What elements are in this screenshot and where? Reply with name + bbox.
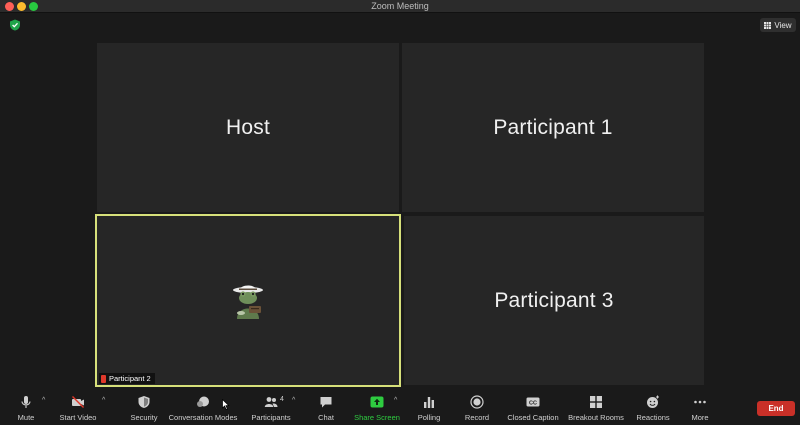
grid-icon [764,21,772,29]
share-screen-icon [370,396,384,408]
more-button[interactable]: More [688,395,712,423]
more-label: More [691,413,709,422]
cc-badge: CC [529,400,537,406]
record-button[interactable]: Record [462,395,492,423]
window-titlebar: Zoom Meeting [0,0,800,13]
tile-name: Host [226,115,270,139]
shield-icon [138,396,150,408]
tile-name: Participant 3 [494,288,614,312]
closed-caption-icon: CC [526,397,540,407]
polling-button[interactable]: Polling [414,395,444,423]
closed-caption-label: Closed Caption [507,413,559,422]
video-tile-participant-2[interactable]: Participant 2 [95,214,401,387]
share-options-caret[interactable]: ^ [394,397,397,404]
conversation-modes-label: Conversation Modes [168,413,238,422]
participants-icon [264,397,278,407]
meeting-toolbar: Mute ^ Start Video ^ Security Conversati… [0,392,800,425]
video-tile-participant-3[interactable]: Participant 3 [404,216,704,385]
end-meeting-button[interactable]: End [757,401,795,416]
security-button[interactable]: Security [128,395,160,423]
start-video-button[interactable]: Start Video [56,395,100,423]
participants-label: Participants [251,413,291,422]
chat-label: Chat [318,413,334,422]
chat-icon [320,397,332,408]
window-title: Zoom Meeting [371,1,429,11]
participant-name: Participant 2 [109,374,151,383]
video-off-icon [72,396,84,408]
video-tile-host[interactable]: Host [97,43,399,212]
record-icon [470,395,484,409]
start-video-label: Start Video [59,413,97,422]
mouse-cursor-icon [222,399,230,410]
participants-button[interactable]: Participants [250,395,292,423]
shield-icon[interactable] [9,19,21,31]
reactions-label: Reactions [636,413,670,422]
breakout-rooms-icon [590,396,602,408]
closed-caption-button[interactable]: CC Closed Caption [506,395,560,423]
share-screen-label: Share Screen [354,413,400,422]
participant-name-badge: Participant 2 [99,373,155,384]
chat-button[interactable]: Chat [313,395,339,423]
mute-label: Mute [17,413,35,422]
conversation-bubble-icon [197,396,209,407]
reactions-button[interactable]: Reactions [635,395,671,423]
smiley-add-icon [647,395,659,408]
more-dots-icon [694,400,706,404]
video-options-caret[interactable]: ^ [102,397,105,404]
polling-label: Polling [417,413,441,422]
tile-name: Participant 1 [493,115,613,139]
view-label: View [774,20,792,30]
bar-chart-icon [424,397,434,408]
video-tile-participant-1[interactable]: Participant 1 [402,43,704,212]
breakout-rooms-label: Breakout Rooms [568,413,624,422]
mute-button[interactable]: Mute [12,395,40,423]
security-label: Security [130,413,158,422]
frog-cowboy-avatar [233,285,263,319]
view-button[interactable]: View [760,18,796,32]
audio-options-caret[interactable]: ^ [42,397,45,404]
participants-options-caret[interactable]: ^ [292,397,295,404]
record-label: Record [464,413,490,422]
breakout-rooms-button[interactable]: Breakout Rooms [568,395,624,423]
participants-count: 4 [280,396,284,403]
microphone-icon [21,396,31,408]
muted-mic-icon [101,374,106,383]
